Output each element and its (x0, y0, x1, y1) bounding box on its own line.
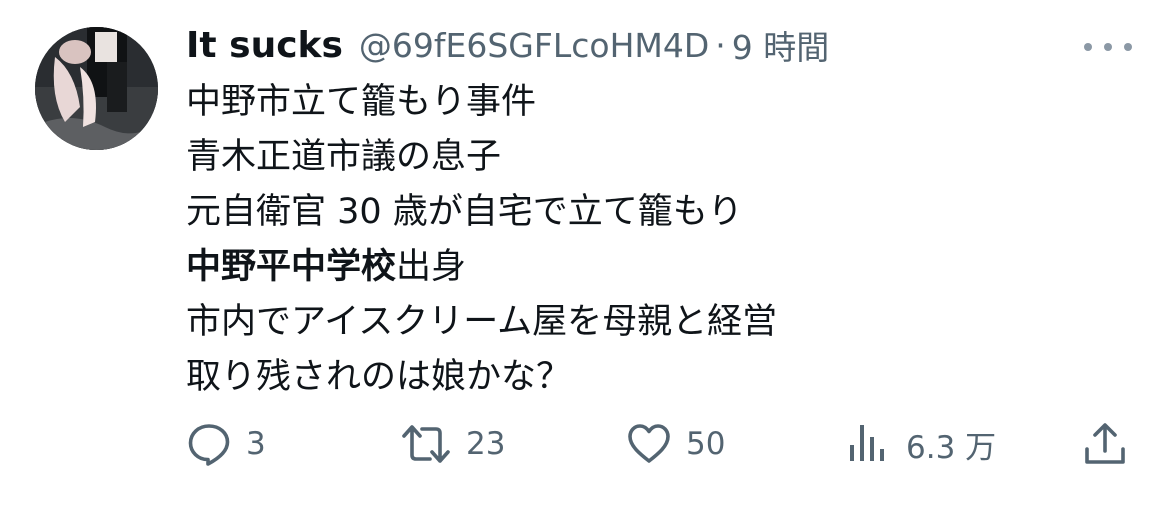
heart-icon (628, 424, 670, 463)
bold-text: 中野平中学校 (186, 247, 397, 287)
reply-count: 3 (246, 426, 266, 462)
tweet-line: 中野市立て籠もり事件 (186, 82, 537, 122)
reply-icon (188, 424, 230, 466)
tweet[interactable]: It sucks @69fE6SGFLcoHM4D · 9 時間 中野市立て籠も… (0, 0, 1169, 509)
avatar[interactable] (35, 27, 158, 150)
more-dot (1124, 43, 1132, 51)
tweet-header: It sucks @69fE6SGFLcoHM4D · 9 時間 (186, 20, 829, 70)
share-button[interactable] (1082, 412, 1128, 476)
display-name[interactable]: It sucks (186, 25, 343, 66)
more-dot (1084, 43, 1092, 51)
separator-dot: · (715, 25, 726, 65)
tweet-line: 青木正道市議の息子 (186, 137, 502, 177)
action-bar: 3 23 50 6.3 万 (0, 412, 1169, 476)
share-icon (1085, 423, 1125, 464)
user-handle[interactable]: @69fE6SGFLcoHM4D (359, 26, 709, 65)
retweet-count: 23 (466, 426, 506, 462)
retweet-button[interactable]: 23 (400, 412, 505, 476)
views-button[interactable]: 6.3 万 (846, 412, 996, 476)
views-count: 6.3 万 (906, 429, 997, 466)
tweet-line: 取り残されのは娘かな？ (186, 357, 572, 397)
like-count: 50 (686, 426, 726, 462)
timestamp[interactable]: 9 時間 (732, 21, 830, 69)
tweet-text: 中野市立て籠もり事件 青木正道市議の息子 元自衛官 30 歳が自宅で立て籠もり … (186, 75, 1146, 405)
views-icon (850, 425, 884, 461)
like-button[interactable]: 50 (626, 412, 725, 476)
avatar-image (35, 27, 158, 150)
more-dot (1104, 43, 1112, 51)
retweet-icon (402, 425, 450, 463)
reply-button[interactable]: 3 (186, 412, 266, 476)
tweet-line: 元自衛官 30 歳が自宅で立て籠もり (186, 192, 743, 232)
tweet-line: 中野平中学校出身 (186, 247, 467, 287)
tweet-line: 市内でアイスクリーム屋を母親と経営 (186, 302, 778, 342)
more-options-icon[interactable] (1084, 34, 1132, 60)
